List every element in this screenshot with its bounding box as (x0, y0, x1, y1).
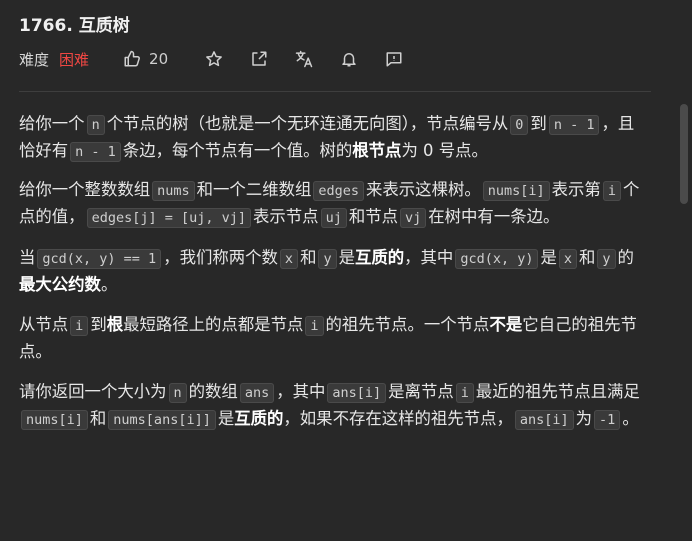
text-fragment: 条边，每个节点有一个值。树的 (122, 141, 353, 160)
inline-code: ans (239, 383, 275, 403)
inline-code: edges (313, 181, 365, 201)
inline-code: 0 (510, 115, 529, 135)
bold-term: 根 (106, 315, 124, 334)
description-paragraph: 请你返回一个大小为 n 的数组 ans ，其中 ans[i] 是离节点 i 最近的祖先节点且满足… (19, 379, 649, 433)
inline-code: vj (400, 208, 427, 228)
bold-term: 不是 (489, 315, 523, 334)
text-fragment: 为 0 号点。 (401, 141, 488, 160)
text-fragment: 最短路径上的点都是节点 (123, 315, 304, 334)
text-fragment: 到 (90, 315, 107, 334)
text-fragment: 给你一个 (19, 114, 85, 133)
text-fragment: ，其中 (276, 382, 326, 401)
inline-code: nums (152, 181, 195, 201)
feedback-button[interactable] (384, 49, 404, 69)
bold-term: 最大公约数 (19, 275, 101, 294)
inline-code: gcd(x, y) (455, 249, 539, 269)
translate-button[interactable] (294, 49, 314, 69)
inline-code: x (279, 249, 299, 269)
like-count: 20 (149, 50, 169, 68)
text-fragment: 和 (579, 248, 596, 267)
feedback-icon (386, 52, 402, 67)
text-fragment: 从节点 (19, 315, 69, 334)
header-divider (19, 91, 651, 92)
text-fragment: 表示第 (551, 180, 601, 199)
text-fragment: 和一个二维数组 (196, 180, 312, 199)
text-fragment: 是 (540, 248, 557, 267)
bell-icon (342, 53, 356, 67)
text-fragment: 和 (89, 409, 107, 428)
thumbs-up-icon (124, 50, 140, 67)
translate-icon (295, 50, 313, 68)
text-fragment: 表示节点 (253, 207, 319, 226)
inline-code: -1 (594, 410, 621, 430)
inline-code: i (455, 383, 474, 403)
text-fragment: 给你一个整数数组 (19, 180, 151, 199)
description-paragraph: 从节点 i 到根最短路径上的点都是节点 i 的祖先节点。一个节点不是它自己的祖先节点。 (19, 312, 649, 365)
inline-code: y (318, 249, 337, 269)
inline-code: uj (320, 208, 347, 228)
description-paragraph: 给你一个 n 个节点的树（也就是一个无环连通无向图），节点编号从 0 到 n - 1 ，且恰… (19, 111, 649, 165)
inline-code: y (597, 249, 616, 269)
text-fragment: 为 (575, 409, 593, 428)
inline-code: nums[ans[i]] (108, 410, 216, 430)
text-fragment: 的数组 (188, 382, 238, 401)
inline-code: ans[i] (514, 410, 574, 430)
inline-code: n (86, 115, 105, 135)
text-fragment: ，其中 (404, 248, 454, 267)
favorite-button[interactable] (204, 49, 224, 69)
inline-code: nums[i] (482, 181, 550, 201)
bold-term: 根节点 (352, 141, 402, 160)
share-button[interactable] (249, 49, 269, 69)
problem-meta-bar: 难度 困难 20 (19, 46, 404, 72)
bold-term: 互质的 (354, 248, 405, 267)
inline-code: nums[i] (21, 410, 88, 430)
scrollbar-thumb[interactable] (680, 104, 688, 204)
bold-term: 互质的 (234, 409, 284, 428)
text-fragment: ，如果不存在这样的祖先节点， (283, 409, 513, 428)
description-paragraph: 给你一个整数数组 nums 和一个二维数组 edges 来表示这棵树。 nums[i] 表示… (19, 177, 649, 231)
text-fragment: 当 (19, 248, 36, 267)
problem-title: 1766. 互质树 (19, 16, 130, 36)
inline-code: x (558, 249, 578, 269)
difficulty-label: 难度 (19, 50, 50, 69)
difficulty-badge: 困难 (59, 50, 90, 69)
text-fragment: 和 (300, 248, 317, 267)
share-icon (252, 51, 267, 66)
star-icon (206, 51, 222, 67)
text-fragment: 的 (617, 248, 634, 267)
text-fragment: ，我们称两个数 (163, 248, 278, 267)
description-paragraph: 当 gcd(x, y) == 1 ，我们称两个数 x 和 y 是互质的，其中 gcd(x, y… (19, 245, 649, 298)
inline-code: ans[i] (327, 383, 387, 403)
inline-code: i (602, 181, 621, 201)
text-fragment: 最近的祖先节点且满足 (475, 382, 640, 401)
text-fragment: 是离节点 (388, 382, 454, 401)
text-fragment: 到 (530, 114, 547, 133)
text-fragment: 是 (217, 409, 235, 428)
inline-code: edges[j] = [uj, vj] (86, 208, 251, 228)
text-fragment: 是 (338, 248, 355, 267)
inline-code: n - 1 (548, 115, 600, 135)
like-button[interactable]: 20 (123, 50, 168, 68)
text-fragment: 在树中有一条边。 (428, 207, 560, 226)
inline-code: n - 1 (70, 142, 121, 162)
inline-code: i (305, 316, 324, 336)
text-fragment: 请你返回一个大小为 (19, 382, 167, 401)
text-fragment: 。 (622, 409, 639, 428)
text-fragment: 和节点 (348, 207, 398, 226)
problem-description: 给你一个 n 个节点的树（也就是一个无环连通无向图），节点编号从 0 到 n - 1 ，且恰… (19, 111, 649, 447)
text-fragment: 的祖先节点。一个节点 (325, 315, 490, 334)
text-fragment: 个节点的树（也就是一个无环连通无向图），节点编号从 (106, 114, 509, 133)
inline-code: gcd(x, y) == 1 (37, 249, 162, 269)
inline-code: n (168, 383, 187, 403)
inline-code: i (70, 316, 89, 336)
text-fragment: 。 (100, 275, 118, 294)
notify-button[interactable] (339, 49, 359, 69)
text-fragment: 来表示这棵树。 (366, 180, 481, 199)
